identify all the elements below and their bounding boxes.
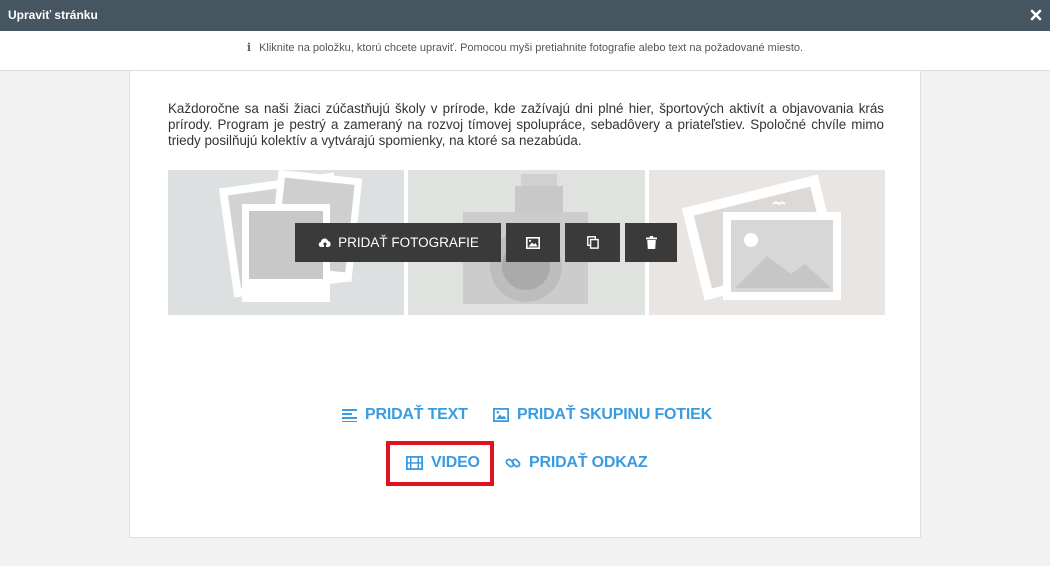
add-link-button[interactable]: PRIDAŤ ODKAZ — [505, 454, 648, 472]
add-link-label: PRIDAŤ ODKAZ — [529, 454, 648, 471]
image-icon — [493, 408, 509, 422]
window-titlebar: Upraviť stránku — [0, 0, 1050, 31]
add-photo-group-button[interactable]: PRIDAŤ SKUPINU FOTIEK — [493, 406, 712, 424]
photo-placeholder-3[interactable] — [649, 170, 885, 315]
trash-icon — [645, 236, 657, 249]
add-photo-group-label: PRIDAŤ SKUPINU FOTIEK — [517, 406, 712, 423]
window-title: Upraviť stránku — [8, 8, 98, 22]
add-photos-button[interactable]: PRIDAŤ FOTOGRAFIE — [295, 223, 501, 262]
info-icon: i — [246, 41, 252, 54]
info-text: Kliknite na položku, ktorú chcete upravi… — [259, 42, 804, 54]
copy-icon — [586, 236, 599, 249]
add-text-label: PRIDAŤ TEXT — [365, 406, 468, 423]
image-icon — [526, 236, 540, 249]
delete-button[interactable] — [625, 223, 677, 262]
add-photos-label: PRIDAŤ FOTOGRAFIE — [338, 235, 479, 250]
landscape-icon — [681, 174, 841, 301]
add-text-button[interactable]: PRIDAŤ TEXT — [342, 406, 468, 424]
text-align-icon — [342, 409, 357, 422]
cloud-upload-icon — [318, 237, 331, 247]
video-highlight-box — [386, 441, 494, 486]
link-icon — [505, 458, 521, 468]
duplicate-button[interactable] — [565, 223, 620, 262]
info-bar: i Kliknite na položku, ktorú chcete uprav… — [0, 31, 1050, 71]
content-paragraph[interactable]: Každoročne sa naši žiaci zúčastňujú škol… — [168, 101, 884, 149]
close-icon[interactable] — [1029, 6, 1043, 24]
photo-gallery[interactable]: PRIDAŤ FOTOGRAFIE — [168, 170, 885, 315]
image-button[interactable] — [506, 223, 560, 262]
